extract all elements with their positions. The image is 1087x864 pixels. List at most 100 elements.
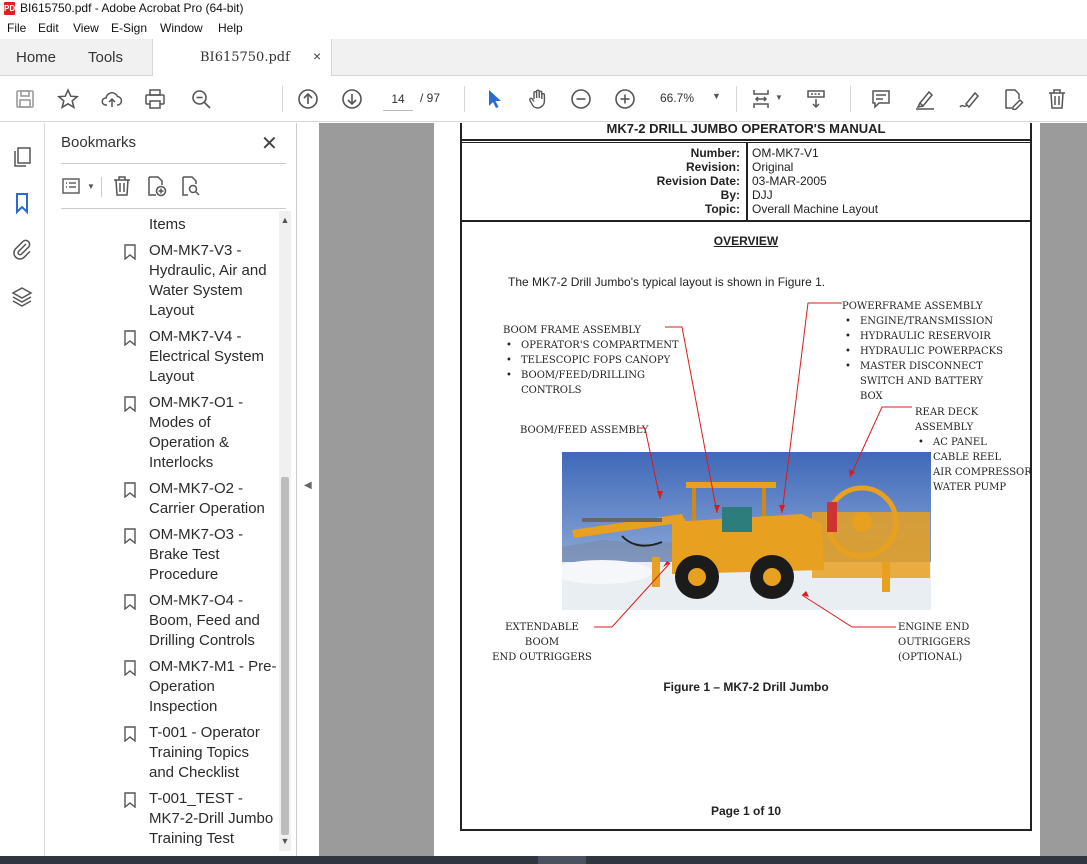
meta-value: Overall Machine Layout <box>752 202 879 216</box>
callout-item: TELESCOPIC FOPS CANOPY <box>503 353 683 368</box>
bookmark-item[interactable]: OM-MK7-O2 - Carrier Operation <box>45 479 280 519</box>
delete-bookmark-icon[interactable] <box>111 175 135 199</box>
previous-page-icon[interactable] <box>295 86 321 112</box>
bookmark-flag-icon <box>124 792 136 808</box>
collapse-arrow-icon[interactable]: ◀ <box>304 480 312 491</box>
next-page-icon[interactable] <box>339 86 365 112</box>
bookmark-item[interactable]: OM-MK7-V3 - Hydraulic, Air and Water Sys… <box>45 241 280 321</box>
comment-icon[interactable] <box>868 86 894 112</box>
bookmark-item[interactable]: T-001_TEST - MK7-2-Drill Jumbo Training … <box>45 789 280 849</box>
page-fit-icon[interactable] <box>748 86 774 112</box>
hand-tool-icon[interactable] <box>525 86 551 112</box>
bookmark-flag-icon <box>124 330 136 346</box>
bookmark-item[interactable]: T-001 - Operator Training Topics and Che… <box>45 723 280 783</box>
callout-title: POWERFRAME ASSEMBLY <box>842 301 983 312</box>
new-bookmark-icon[interactable] <box>145 175 169 199</box>
meta-row: Revision: Original <box>462 160 1030 174</box>
bookmark-item[interactable]: OM-MK7-O4 - Boom, Feed and Drilling Cont… <box>45 591 280 651</box>
callout-item: HYDRAULIC POWERPACKS <box>842 344 1022 359</box>
bookmark-flag-icon <box>124 528 136 544</box>
upload-cloud-icon[interactable] <box>99 86 125 112</box>
menu-esign[interactable]: E-Sign <box>111 21 147 35</box>
bookmark-flag-icon <box>124 594 136 610</box>
search-bookmark-icon[interactable] <box>179 175 203 199</box>
callout-item: BOOM/FEED/DRILLING CONTROLS <box>503 368 645 398</box>
meta-row: Topic: Overall Machine Layout <box>462 202 1030 216</box>
zoom-search-icon[interactable] <box>188 86 214 112</box>
bookmark-flag-icon <box>124 244 136 260</box>
bookmark-label: OM-MK7-O4 - Boom, Feed and Drilling Cont… <box>149 592 260 649</box>
bookmark-flag-icon <box>124 726 136 742</box>
scroll-up-icon[interactable]: ▲ <box>279 215 291 225</box>
menu-view[interactable]: View <box>73 21 99 35</box>
tab-tools[interactable]: Tools <box>88 49 123 66</box>
page-thumbnails-icon[interactable] <box>10 145 34 169</box>
callout-item: HYDRAULIC RESERVOIR <box>842 329 1022 344</box>
edit-pdf-icon[interactable] <box>1000 86 1026 112</box>
rear-deck-callout: REAR DECK ASSEMBLY AC PANEL CABLE REEL A… <box>915 405 1033 495</box>
page-number-input[interactable]: 14 <box>383 87 413 111</box>
callout-item: CABLE REEL <box>915 450 1033 465</box>
tab-home[interactable]: Home <box>16 49 56 66</box>
bookmark-item[interactable]: OM-MK7-O1 - Modes of Operation & Interlo… <box>45 393 280 473</box>
document-viewer[interactable]: MK7-2 DRILL JUMBO OPERATOR'S MANUAL Numb… <box>319 123 1087 856</box>
page-fit-dropdown-icon[interactable]: ▼ <box>775 93 783 102</box>
bookmark-options-icon[interactable] <box>61 175 85 199</box>
callout-title: REAR DECK ASSEMBLY <box>915 407 979 433</box>
toolbar: 14 / 97 66.7% ▼ ▼ <box>0 76 1087 122</box>
page-total: / 97 <box>420 91 441 105</box>
zoom-dropdown-icon[interactable]: ▼ <box>712 91 721 101</box>
bookmarks-panel-icon[interactable] <box>10 191 34 215</box>
close-tab-button[interactable]: × <box>313 48 321 64</box>
zoom-out-icon[interactable] <box>568 86 594 112</box>
delete-trash-icon[interactable] <box>1044 86 1070 112</box>
panel-collapse-handle[interactable]: ◀ <box>297 123 319 856</box>
manual-title: MK7-2 DRILL JUMBO OPERATOR'S MANUAL <box>606 123 886 136</box>
menu-window[interactable]: Window <box>160 21 203 35</box>
meta-value: OM-MK7-V1 <box>752 146 819 160</box>
sign-pen-icon[interactable] <box>956 86 982 112</box>
zoom-in-icon[interactable] <box>612 86 638 112</box>
meta-value: Original <box>752 160 794 174</box>
powerframe-callout: POWERFRAME ASSEMBLY ENGINE/TRANSMISSION … <box>842 299 1022 404</box>
bookmark-item[interactable]: OM-MK7-V4 - Electrical System Layout <box>45 327 280 387</box>
bookmark-item[interactable]: OM-MK7-O3 - Brake Test Procedure <box>45 525 280 585</box>
menu-edit[interactable]: Edit <box>38 21 59 35</box>
bookmark-scrollbar-thumb[interactable] <box>281 477 289 835</box>
document-tab-label: BI615750.pdf <box>200 50 290 65</box>
callout-line: ENGINE END OUTRIGGERS <box>898 622 971 648</box>
intro-text: The MK7-2 Drill Jumbo's typical layout i… <box>508 275 826 289</box>
close-panel-button[interactable]: ✕ <box>261 131 278 156</box>
select-cursor-icon[interactable] <box>481 86 507 112</box>
scroll-down-icon[interactable]: ▼ <box>279 836 291 846</box>
meta-row: By: DJJ <box>462 188 1030 202</box>
menu-file[interactable]: File <box>7 21 26 35</box>
extendable-boom-callout: EXTENDABLE BOOM END OUTRIGGERS <box>492 620 592 665</box>
bookmark-options-dropdown-icon[interactable]: ▼ <box>87 182 95 191</box>
zoom-level[interactable]: 66.7% <box>660 91 694 105</box>
menu-help[interactable]: Help <box>218 21 243 35</box>
boom-frame-callout: BOOM FRAME ASSEMBLY OPERATOR'S COMPARTME… <box>503 323 683 398</box>
callout-item: MASTER DISCONNECT SWITCH AND BATTERY BOX <box>842 359 1007 404</box>
highlight-pen-icon[interactable] <box>912 86 938 112</box>
meta-key: Revision: <box>685 160 740 174</box>
attachments-paperclip-icon[interactable] <box>10 237 34 261</box>
bookmark-star-icon[interactable] <box>55 86 81 112</box>
bookmark-item[interactable]: Items <box>45 215 280 235</box>
tab-document[interactable]: BI615750.pdf × <box>152 39 332 76</box>
bookmarks-title: Bookmarks <box>61 134 137 151</box>
print-icon[interactable] <box>142 86 168 112</box>
scroll-mode-icon[interactable] <box>803 86 829 112</box>
document-meta-table: Number: OM-MK7-V1 Revision: Original Rev… <box>462 142 1030 222</box>
bookmark-label: Items <box>149 216 186 233</box>
save-icon[interactable] <box>12 86 38 112</box>
left-rail <box>0 123 45 856</box>
bookmark-flag-icon <box>124 396 136 412</box>
drill-jumbo-photo <box>562 452 931 610</box>
layers-icon[interactable] <box>10 285 34 309</box>
bookmark-item[interactable]: OM-MK7-M1 - Pre-Operation Inspection <box>45 657 280 717</box>
tab-bar: Home Tools BI615750.pdf × <box>0 39 1087 76</box>
bookmark-flag-icon <box>124 482 136 498</box>
menu-bar: File Edit View E-Sign Window Help <box>0 17 1087 39</box>
meta-value: 03-MAR-2005 <box>752 174 827 188</box>
